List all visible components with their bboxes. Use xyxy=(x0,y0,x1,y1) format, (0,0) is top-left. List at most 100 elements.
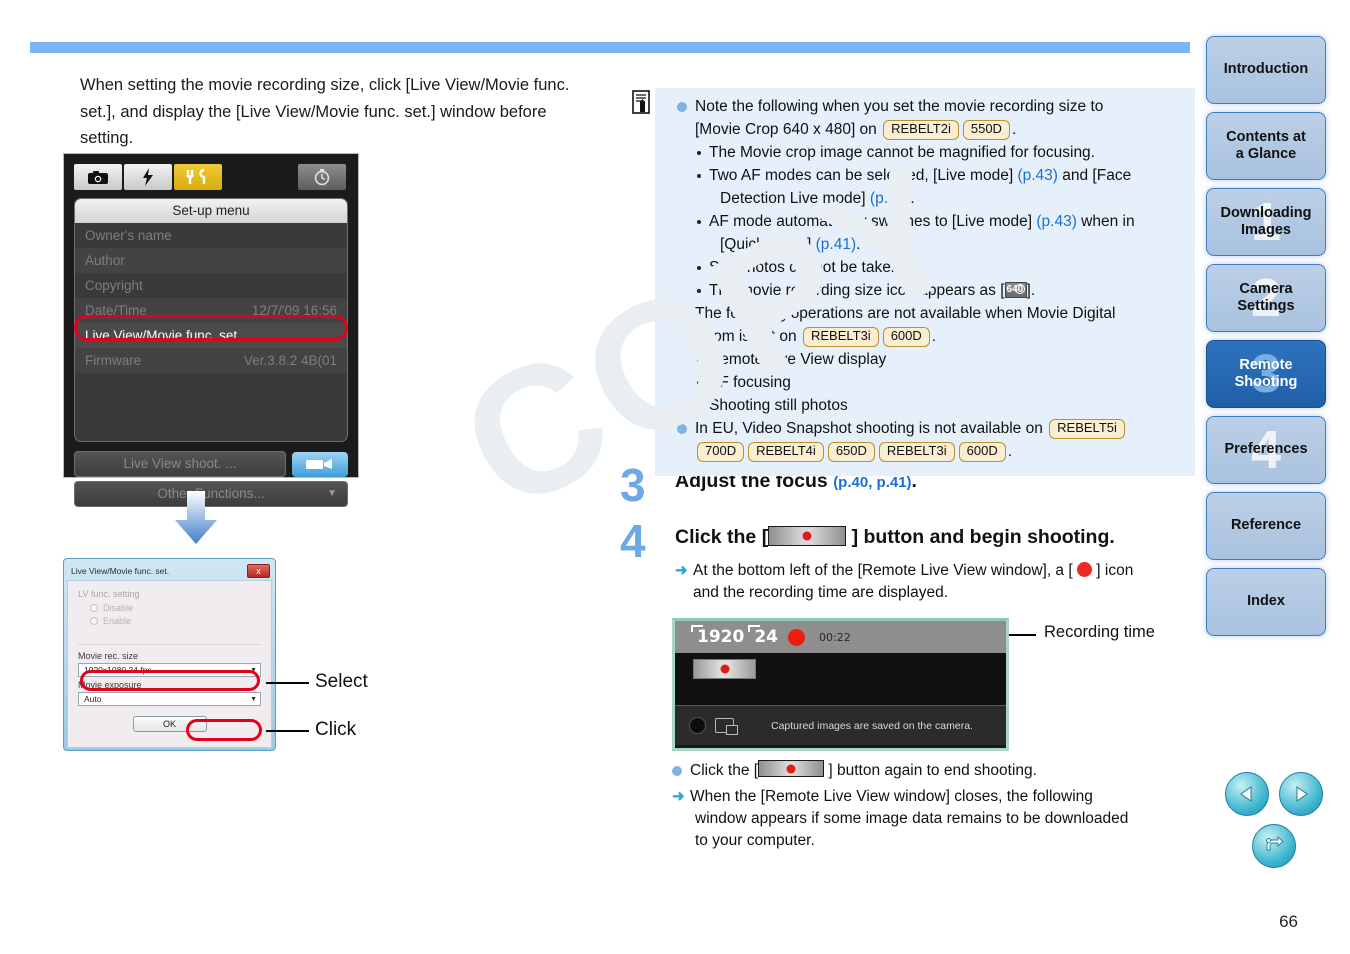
radio-icon xyxy=(90,604,98,612)
sidebar-tab-contents-at-a-glance[interactable]: Contents at a Glance xyxy=(1206,112,1326,180)
sidebar-tab-label: Contents at a Glance xyxy=(1226,128,1306,162)
sidebar-tab-camera-settings[interactable]: 2 Camera Settings xyxy=(1206,264,1326,332)
menu-row-firmware[interactable]: Firmware Ver.3.8.2 4B(01 xyxy=(75,348,347,373)
chevron-down-icon: ▼ xyxy=(250,695,257,703)
arrow-right-icon: ➜ xyxy=(672,788,685,805)
save-destination-icon[interactable] xyxy=(715,718,738,735)
nav-row-arrows xyxy=(1214,772,1334,816)
rlv-dial-icon[interactable] xyxy=(689,717,706,734)
note-bullet-2: The following operations are not availab… xyxy=(677,303,1183,325)
movie-exposure-select[interactable]: Auto ▼ xyxy=(78,692,261,706)
record-button-icon[interactable] xyxy=(758,760,825,777)
sidebar-tab-index[interactable]: Index xyxy=(1206,568,1326,636)
flash-icon xyxy=(124,164,172,190)
camera-model-badge: REBELT5i xyxy=(1049,419,1125,439)
step-4-result: ➜ At the bottom left of the [Remote Live… xyxy=(675,560,1190,604)
page-ref-link[interactable]: (p.43) xyxy=(1017,167,1058,184)
note-suffix: . xyxy=(931,328,937,345)
click-highlight xyxy=(186,719,262,741)
camera-model-badge: 600D xyxy=(882,327,930,347)
row-label: Firmware xyxy=(85,353,142,368)
note-sub-2-cont: Detection Live mode] (p.44). xyxy=(720,190,915,207)
dialog-divider xyxy=(78,644,261,645)
step-3-number: 3 xyxy=(620,459,646,511)
sidebar-tab-preferences[interactable]: 4 Preferences xyxy=(1206,416,1326,484)
header-rule xyxy=(30,42,1190,53)
live-view-shoot-button[interactable]: Live View shoot. ... xyxy=(74,451,286,477)
bottom-arrow-line3: to your computer. xyxy=(695,832,815,849)
wrench-tools-icon xyxy=(174,164,222,190)
step-4-heading: Click the [ ] button and begin shooting. xyxy=(675,518,1190,549)
chevron-down-icon: ▼ xyxy=(327,488,337,499)
note-bullet-1: Note the following when you set the movi… xyxy=(677,96,1183,118)
note-text: Remote Live View display xyxy=(709,351,887,368)
record-button-icon[interactable] xyxy=(768,526,847,546)
note-text: The following operations are not availab… xyxy=(695,305,1116,322)
step-4-number: 4 xyxy=(620,515,646,567)
row-label: Copyright xyxy=(85,278,143,293)
camera-tab-bar xyxy=(74,163,348,191)
row-value: Ver.3.8.2 4B(01 xyxy=(243,353,337,368)
page-ref-link[interactable]: (p.41) xyxy=(816,236,857,253)
rlv-status-bar: Captured images are saved on the camera. xyxy=(675,705,1006,745)
recording-time-value: 00:22 xyxy=(819,630,851,644)
menu-row-author[interactable]: Author xyxy=(75,248,347,273)
radio-enable[interactable]: Enable xyxy=(90,616,261,626)
live-view-shoot-row: Live View shoot. ... xyxy=(74,451,348,477)
close-icon[interactable]: x xyxy=(247,564,270,578)
row-label: Owner's name xyxy=(85,228,172,243)
sidebar-tab-label: Reference xyxy=(1230,517,1302,534)
page-ref-link[interactable]: (p.44) xyxy=(870,190,911,207)
page-root: COPY When setting the movie recording si… xyxy=(0,0,1350,954)
bottom-arrow-line1: When the [Remote Live View window] close… xyxy=(690,788,1093,805)
sidebar-tab-remote-shooting[interactable]: 3 Remote Shooting xyxy=(1206,340,1326,408)
page-ref-link[interactable]: (p.43) xyxy=(1036,213,1077,230)
sidebar-tab-reference[interactable]: Reference xyxy=(1206,492,1326,560)
step-4-result-line2: and the recording time are displayed. xyxy=(693,584,949,601)
return-arrow-icon[interactable] xyxy=(1252,824,1296,868)
bullet-icon xyxy=(677,102,687,112)
rlv-record-button[interactable] xyxy=(693,659,756,679)
bottom-bullet: Click the [ ] button again to end shooti… xyxy=(672,760,1202,782)
camera-model-badge: REBELT4i xyxy=(748,442,824,462)
recording-indicator-icon xyxy=(788,628,805,646)
prev-arrow-icon[interactable] xyxy=(1225,772,1269,816)
movie-crop-640-icon: 640 xyxy=(1004,282,1027,298)
dialog-title: Live View/Movie func. set. xyxy=(71,566,170,576)
radio-disable[interactable]: Disable xyxy=(90,603,261,613)
menu-row-owners-name[interactable]: Owner's name xyxy=(75,223,347,248)
note-bullet-3-cont: 700D REBELT4i 650D REBELT3i 600D. xyxy=(677,441,1183,463)
bullet-icon xyxy=(697,404,701,408)
bullet-icon xyxy=(672,766,682,776)
movie-camera-icon[interactable] xyxy=(292,451,348,477)
note-text: Shooting still photos xyxy=(709,397,848,414)
next-arrow-icon[interactable] xyxy=(1279,772,1323,816)
select-callout-line xyxy=(266,682,309,684)
note-text: Zoom is set on xyxy=(695,328,797,345)
bottom-notes: Click the [ ] button again to end shooti… xyxy=(672,760,1202,852)
note-sub-8: Shooting still photos xyxy=(677,395,1183,417)
step-3-page-ref[interactable]: (p.40, p.41) xyxy=(833,474,911,491)
menu-selection-highlight xyxy=(74,315,348,341)
bullet-icon xyxy=(697,151,701,155)
rlv-info-bar: 1920 24 00:22 xyxy=(675,621,1006,653)
menu-row-copyright[interactable]: Copyright xyxy=(75,273,347,298)
sidebar-tab-label: Introduction xyxy=(1223,61,1309,78)
movie-exposure-value: Auto xyxy=(84,694,102,704)
sidebar-tab-label: Camera Settings xyxy=(1237,280,1295,314)
left-column: When setting the movie recording size, c… xyxy=(80,72,600,152)
sidebar-tab-introduction[interactable]: Introduction xyxy=(1206,36,1326,104)
bullet-icon xyxy=(697,381,701,385)
note-sub-6: Remote Live View display xyxy=(677,349,1183,371)
sidebar-tab-downloading-images[interactable]: 1 Downloading Images xyxy=(1206,188,1326,256)
timer-icon xyxy=(298,164,346,190)
step-4-result-pre: At the bottom left of the [Remote Live V… xyxy=(693,562,1073,579)
movie-resolution-tag: 1920 xyxy=(690,625,744,647)
radio-icon xyxy=(90,617,98,625)
camera-model-badge: REBELT2i xyxy=(883,120,959,140)
note-sub-3-cont: [Quick mode] (p.41). xyxy=(720,236,861,253)
page-navigation xyxy=(1214,772,1334,868)
note-text: Note the following when you set the movi… xyxy=(695,98,1104,115)
bottom-arrow-line2: window appears if some image data remain… xyxy=(695,810,1129,827)
bottom-bullet-pre: Click the [ xyxy=(690,762,759,779)
